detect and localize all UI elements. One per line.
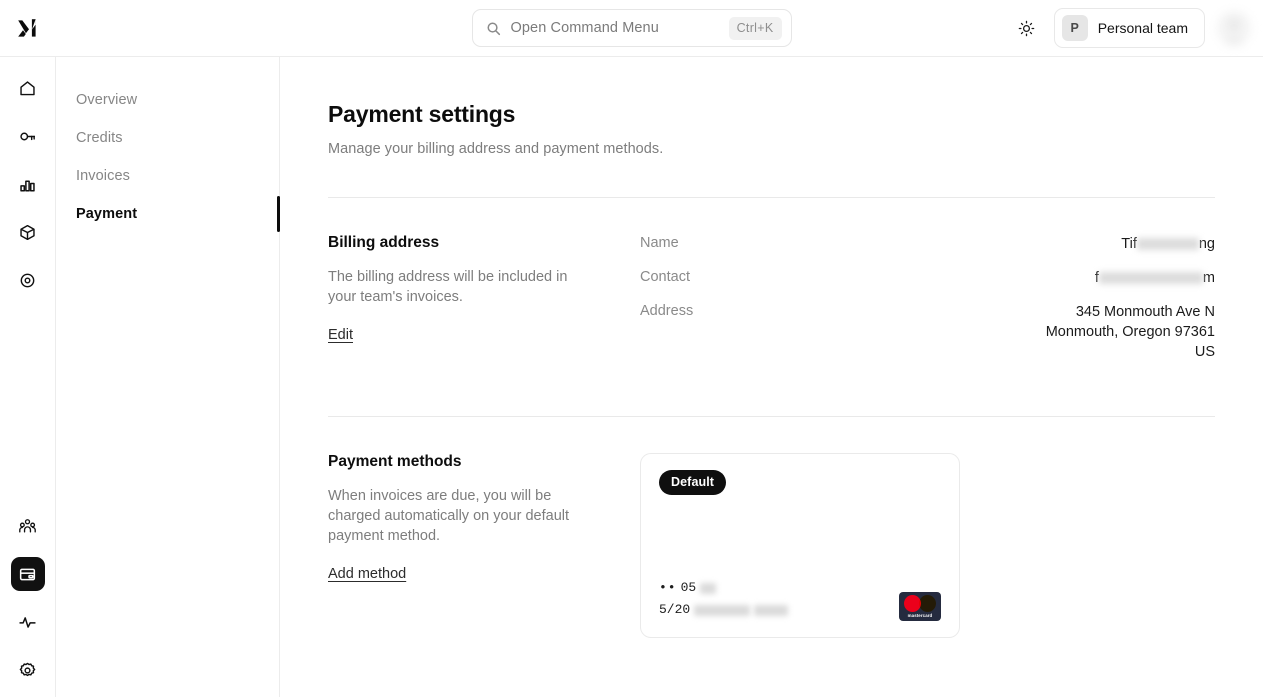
billing-address-values: Name Tif ng Contact fm Address 345 Monmou… [640,234,1215,376]
top-header: Open Command Menu Ctrl+K P Personal team [0,0,1263,57]
app-root: Open Command Menu Ctrl+K P Personal team… [0,0,1263,697]
sidebar-item-credits[interactable]: Credits [56,119,279,157]
page-subtitle: Manage your billing address and payment … [328,141,664,157]
payment-methods-description: When invoices are due, you will be charg… [328,488,570,544]
mastercard-wordmark: mastercard [907,613,933,619]
billing-name-prefix: Tif [1121,236,1137,252]
billing-contact-suffix: m [1202,270,1215,286]
activity-icon [19,616,36,628]
card-number-redaction [700,582,717,594]
rail-item-billing[interactable] [10,557,45,591]
bar-chart-icon [20,180,35,192]
team-switcher-button[interactable]: P Personal team [1053,8,1205,48]
team-avatar: P [1061,15,1088,41]
rail-item-api-keys[interactable] [11,119,45,153]
billing-address-value: 345 Monmouth Ave N Monmouth, Oregon 9736… [1046,302,1215,362]
content-wrapper: Payment settings Manage your billing add… [328,101,1215,638]
billing-name-row: Name Tif ng [640,234,1215,254]
users-icon [19,518,36,532]
billing-address-section: Billing address The billing address will… [328,198,1215,376]
card-expiry-redaction-2 [754,604,789,616]
card-expiry-visible: 5/20 [659,602,691,617]
team-name-label: Personal team [1097,20,1188,36]
card-expiry-redaction-1 [694,604,751,616]
gear-icon [19,662,36,676]
payment-methods-title: Payment methods [328,453,462,470]
payment-card-details: •• 05 5/20 [659,577,789,621]
payment-methods-info: Payment methods When invoices are due, y… [328,453,640,638]
mastercard-logo-icon: mastercard [899,592,941,621]
card-expiry-row: 5/20 [659,599,789,621]
icon-rail-bottom-group [10,509,45,687]
billing-contact-row: Contact fm [640,268,1215,288]
app-body: Overview Credits Invoices Payment Paymen… [0,57,1263,697]
address-line-3: US [1194,344,1215,360]
billing-address-info: Billing address The billing address will… [328,234,640,376]
header-actions: P Personal team [1012,8,1263,48]
address-line-2: Monmouth, Oregon 97361 [1045,324,1215,340]
billing-contact-value: fm [1095,268,1215,288]
credit-card-icon [19,568,36,580]
sun-icon [1018,20,1035,36]
card-number-row: •• 05 [659,577,788,599]
address-line-1: 345 Monmouth Ave N [1075,304,1215,320]
icon-rail [0,57,56,697]
avatar-image [1217,11,1251,45]
search-icon [486,21,501,36]
payment-methods-list: Default •• 05 5/20 mastercard [640,453,1215,638]
xai-logo-icon [17,18,36,37]
target-icon [20,273,35,287]
brand-logo[interactable] [0,15,56,42]
add-method-link[interactable]: Add method [328,566,406,582]
payment-methods-section: Payment methods When invoices are due, y… [328,417,1215,638]
home-icon [20,80,35,95]
cube-icon [20,224,35,240]
billing-name-redaction [1136,238,1199,251]
command-menu-shortcut: Ctrl+K [728,16,782,40]
mastercard-circles [904,594,936,612]
mastercard-right-circle [919,594,936,612]
edit-billing-address-link[interactable]: Edit [328,327,353,343]
rail-item-models[interactable] [11,215,45,249]
card-number-visible: 05 [680,580,697,595]
sidebar-item-overview[interactable]: Overview [56,81,279,119]
rail-item-activity[interactable] [11,605,45,639]
billing-name-suffix: ng [1198,236,1215,252]
rail-item-fine-tuning[interactable] [11,263,45,297]
main-content: Payment settings Manage your billing add… [280,57,1263,697]
rail-item-team[interactable] [11,509,45,543]
default-badge: Default [659,470,727,495]
billing-contact-label: Contact [640,269,690,285]
user-avatar[interactable] [1217,11,1251,45]
sidebar-item-payment[interactable]: Payment [56,195,279,233]
billing-address-description: The billing address will be included in … [328,269,568,305]
card-mask-dots: •• [659,580,677,595]
billing-address-title: Billing address [328,234,440,251]
icon-rail-top-group [11,71,45,297]
command-menu-button[interactable]: Open Command Menu Ctrl+K [471,9,792,47]
rail-item-settings[interactable] [11,653,45,687]
key-icon [20,132,36,140]
rail-item-usage[interactable] [11,167,45,201]
billing-name-value: Tif ng [1121,234,1215,254]
billing-address-row: Address 345 Monmouth Ave N Monmouth, Ore… [640,302,1215,362]
command-menu-label: Open Command Menu [510,20,659,36]
billing-address-label: Address [640,303,694,319]
theme-toggle-button[interactable] [1012,13,1042,43]
billing-contact-redaction [1098,272,1203,285]
sidebar-item-invoices[interactable]: Invoices [56,157,279,195]
payment-card-footer: •• 05 5/20 mastercard [659,577,941,621]
payment-method-card[interactable]: Default •• 05 5/20 mastercard [640,453,960,638]
page-title: Payment settings [328,101,516,127]
billing-subnav: Overview Credits Invoices Payment [56,57,280,697]
rail-item-home[interactable] [11,71,45,105]
billing-name-label: Name [640,235,679,251]
